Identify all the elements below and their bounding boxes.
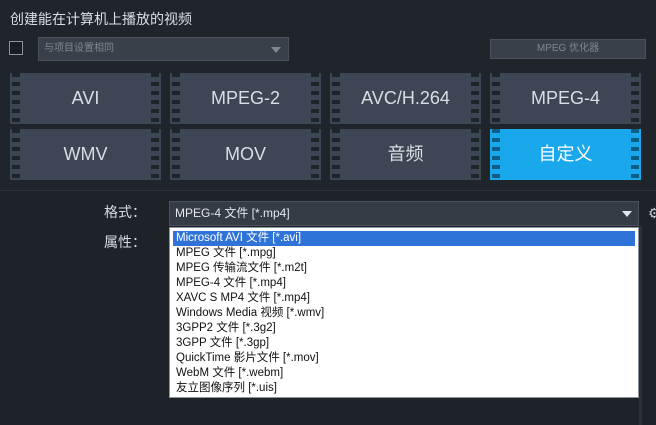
format-tile-custom[interactable]: 自定义 [490, 129, 641, 180]
dropdown-item-m2t[interactable]: MPEG 传输流文件 [*.m2t] [173, 261, 635, 276]
format-tile-audio[interactable]: 音频 [330, 129, 481, 180]
dropdown-item-xavc-mp4[interactable]: XAVC S MP4 文件 [*.mp4] [173, 291, 635, 306]
dropdown-item-3g2[interactable]: 3GPP2 文件 [*.3g2] [173, 321, 635, 336]
dropdown-item-mp4[interactable]: MPEG-4 文件 [*.mp4] [173, 276, 635, 291]
format-tile-wmv[interactable]: WMV [10, 129, 161, 180]
format-tile-avc-h264[interactable]: AVC/H.264 [330, 73, 481, 124]
chevron-down-icon [271, 47, 281, 53]
gear-icon[interactable]: ⚙ [648, 204, 656, 222]
chevron-down-icon [622, 211, 632, 217]
profile-select-value: 与项目设置相同 [44, 43, 114, 54]
dropdown-item-webm[interactable]: WebM 文件 [*.webm] [173, 366, 635, 381]
dropdown-item-mov[interactable]: QuickTime 影片文件 [*.mov] [173, 351, 635, 366]
profile-checkbox[interactable] [9, 41, 23, 55]
scrollbar-track[interactable] [639, 226, 642, 425]
format-tile-mov[interactable]: MOV [170, 129, 321, 180]
format-label: 格式： [104, 204, 146, 220]
dropdown-item-uis[interactable]: 友立图像序列 [*.uis] [173, 381, 635, 396]
dropdown-item-mpg[interactable]: MPEG 文件 [*.mpg] [173, 246, 635, 261]
format-tile-mpeg4[interactable]: MPEG-4 [490, 73, 641, 124]
format-select[interactable]: MPEG-4 文件 [*.mp4] [169, 201, 639, 226]
page-title: 创建能在计算机上播放的视频 [10, 11, 192, 27]
dropdown-item-3gp[interactable]: 3GPP 文件 [*.3gp] [173, 336, 635, 351]
properties-label: 属性： [104, 234, 146, 250]
format-tile-mpeg2[interactable]: MPEG-2 [170, 73, 321, 124]
format-tile-avi[interactable]: AVI [10, 73, 161, 124]
dropdown-item-wmv[interactable]: Windows Media 视频 [*.wmv] [173, 306, 635, 321]
section-divider [0, 190, 656, 191]
dropdown-item-avi[interactable]: Microsoft AVI 文件 [*.avi] [173, 231, 635, 246]
format-dropdown-list[interactable]: Microsoft AVI 文件 [*.avi] MPEG 文件 [*.mpg]… [169, 227, 639, 398]
mpeg-optimizer-button[interactable]: MPEG 优化器 [490, 39, 646, 59]
profile-select[interactable]: 与项目设置相同 [38, 37, 289, 61]
format-select-value: MPEG-4 文件 [*.mp4] [175, 206, 290, 220]
format-panel: 创建能在计算机上播放的视频 与项目设置相同 MPEG 优化器 AVI MPEG-… [0, 0, 656, 190]
